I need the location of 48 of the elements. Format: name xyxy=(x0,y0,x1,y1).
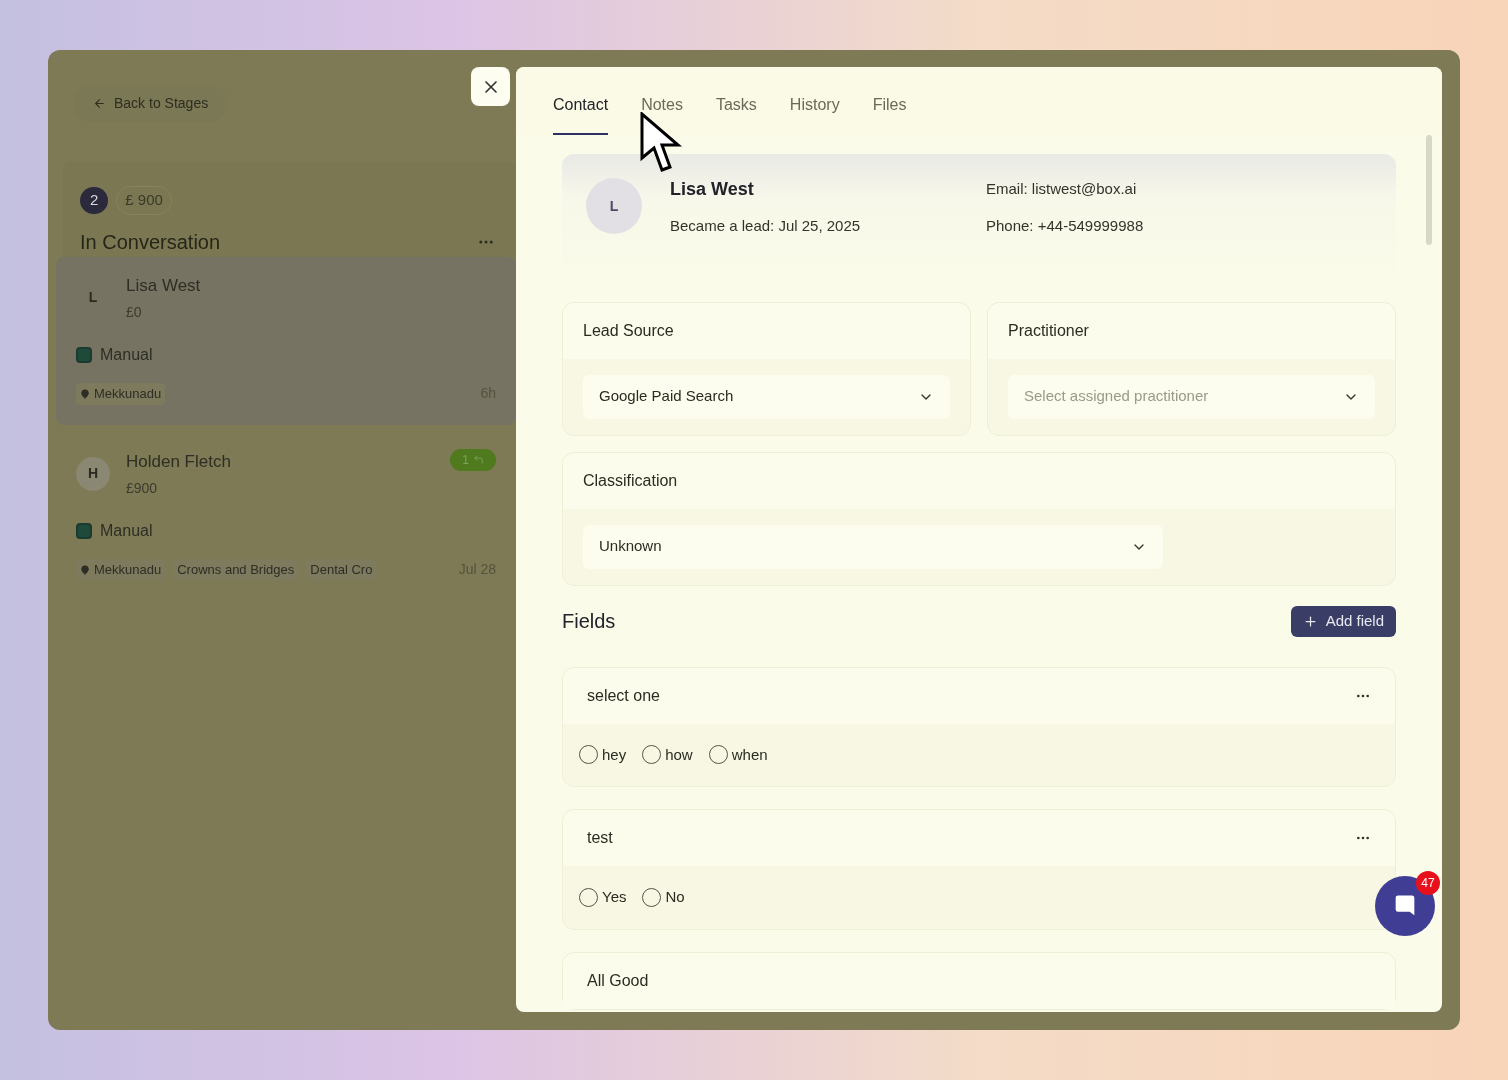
avatar: L xyxy=(586,178,642,234)
radio-label: how xyxy=(665,744,693,765)
field-label: All Good xyxy=(587,970,649,991)
source-icon xyxy=(76,347,92,363)
tag: Mekkunadu xyxy=(76,559,166,581)
select-field[interactable]: Google Paid Search xyxy=(583,374,950,419)
select-field[interactable]: Unknown xyxy=(583,524,1163,569)
field-label: select one xyxy=(587,685,660,706)
source-label: Manual xyxy=(100,521,153,541)
avatar: H xyxy=(76,456,110,491)
contact-email: Email: listwest@box.ai xyxy=(986,179,1138,199)
source-icon xyxy=(76,523,92,539)
avatar: L xyxy=(87,288,99,307)
lead-name: Holden Fletch xyxy=(126,450,232,473)
stage-title: In Conversation xyxy=(80,229,221,255)
tag: Dental Cro xyxy=(306,559,377,581)
reply-badge: 1 xyxy=(450,448,496,471)
count-badge: 2 xyxy=(80,187,109,214)
select-label: Practitioner xyxy=(1008,321,1089,339)
arrow-left-icon xyxy=(93,97,106,110)
radio-label: No xyxy=(665,887,685,907)
fields-title: Fields xyxy=(562,609,616,634)
plus-icon xyxy=(1302,613,1318,629)
tab[interactable]: History xyxy=(789,93,840,135)
lead-name: Lisa West xyxy=(126,274,202,297)
radio-label: Yes xyxy=(602,887,627,907)
close-button[interactable] xyxy=(471,67,510,106)
select-label: Lead Source xyxy=(583,321,674,339)
source-label: Manual xyxy=(100,345,153,365)
select-label: Classification xyxy=(583,471,678,489)
contact-phone: Phone: +44-549999988 xyxy=(986,215,1144,236)
field-label: test xyxy=(587,828,613,848)
tag: Mekkunadu xyxy=(76,383,166,405)
add-field-button[interactable]: Add field xyxy=(1290,605,1396,637)
tab[interactable]: Tasks xyxy=(715,93,757,135)
tag: Crowns and Bridges xyxy=(173,559,299,581)
tab[interactable]: Contact xyxy=(553,93,609,135)
lead-value: £900 xyxy=(126,479,159,498)
radio-label: when xyxy=(731,744,768,765)
tab[interactable]: Files xyxy=(872,93,907,135)
lead-value: £0 xyxy=(126,303,143,322)
pin-icon xyxy=(80,564,90,575)
pin-icon xyxy=(80,388,90,399)
radio-label: hey xyxy=(602,744,627,765)
lead-date: Became a lead: Jul 25, 2025 xyxy=(670,216,862,236)
select-field[interactable]: Select assigned practitioner xyxy=(1008,374,1375,419)
reply-icon xyxy=(473,454,484,465)
contact-name: Lisa West xyxy=(670,178,755,201)
